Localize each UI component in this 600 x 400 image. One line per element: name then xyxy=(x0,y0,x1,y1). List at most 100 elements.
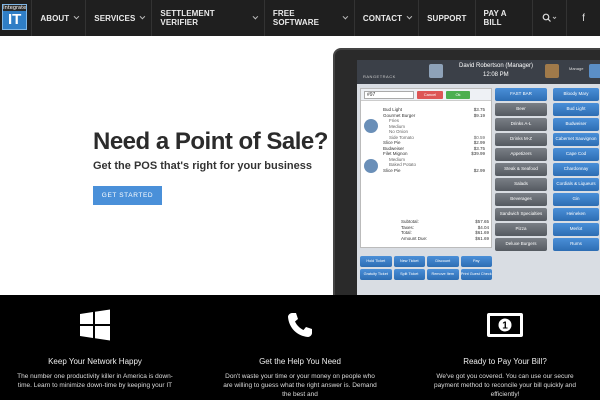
menu-item-settlement-verifier[interactable]: Settlement Verifier xyxy=(151,0,264,36)
feature-pay: 1 Ready to Pay Your Bill? We've got you … xyxy=(420,295,590,399)
pos-action-button: New Ticket xyxy=(393,256,425,267)
money-icon: 1 xyxy=(487,313,523,337)
feature-title: Ready to Pay Your Bill? xyxy=(463,357,547,366)
pos-item-button: Gin xyxy=(553,193,599,206)
pos-action-button: Gratuity Ticket xyxy=(360,269,392,280)
get-started-button[interactable]: GET STARTED xyxy=(93,186,162,205)
menu-item-free-software[interactable]: Free Software xyxy=(263,0,354,36)
menu-item-label: About xyxy=(40,13,70,23)
pos-item-button: Chardonnay xyxy=(553,163,599,176)
pos-action-button: Remove Item xyxy=(427,269,459,280)
pos-line-name: Slice Pie xyxy=(383,167,401,173)
nav-right-tools: f xyxy=(532,0,600,36)
pos-category-button: Steak & Seafood xyxy=(495,163,547,176)
pos-user: David Robertson (Manager) xyxy=(459,63,534,69)
pos-action-button: Discount xyxy=(427,256,459,267)
pos-screen-icon xyxy=(429,64,443,78)
pos-item-button: Rums xyxy=(553,238,599,251)
feature-title: Keep Your Network Happy xyxy=(48,357,142,366)
menu-item-label: Free Software xyxy=(272,9,320,27)
chevron-down-icon xyxy=(342,13,349,20)
pos-category-button: Beverages xyxy=(495,193,547,206)
chevron-down-icon xyxy=(406,13,413,20)
pos-category-button: Deluxe Burgers xyxy=(495,238,547,251)
pos-total-label: Amount Due: xyxy=(401,235,428,241)
hero-section: Need a Point of Sale? Get the POS that's… xyxy=(0,36,600,295)
pos-screen: RANGETRACK David Robertson (Manager) 12:… xyxy=(357,60,600,295)
pos-ticket-line: Slice Pie $2.99 xyxy=(361,168,491,174)
pos-item-button: Cape Cod xyxy=(553,148,599,161)
pos-brand: RANGETRACK xyxy=(363,74,396,79)
pos-action-button: Print Guest Check xyxy=(460,269,492,280)
pos-line-price: $2.99 xyxy=(473,167,485,173)
menu-item-contact[interactable]: Contact xyxy=(353,0,418,36)
pos-cancel-button: Cancel xyxy=(417,90,443,99)
pos-item-button: Budweiser xyxy=(553,118,599,131)
menu-item-label: Settlement Verifier xyxy=(160,9,215,27)
pos-item-button: Cordials & Liqueurs xyxy=(553,178,599,191)
pos-terminal-image: RANGETRACK David Robertson (Manager) 12:… xyxy=(333,48,600,295)
pos-keyboard-icon xyxy=(589,64,600,78)
logo-text: IT xyxy=(7,11,22,28)
feature-description: The number one productivity killer in Am… xyxy=(17,373,173,389)
pos-category-button: Drinks A-L xyxy=(495,118,547,131)
feature-description: We've got you covered. You can use our s… xyxy=(434,373,576,398)
feature-help: Get the Help You Need Don't waste your t… xyxy=(215,295,385,399)
pos-ticket: #97 Cancel Ok Bud Light $3.75 Gourmet Burg… xyxy=(360,88,492,248)
pos-item-button: Bud Light xyxy=(553,103,599,116)
site-logo[interactable]: Integrate IT xyxy=(2,4,28,30)
menu-item-about[interactable]: About xyxy=(31,0,85,36)
hero-subtitle: Get the POS that's right for your busine… xyxy=(93,160,312,172)
chevron-down-icon xyxy=(252,13,259,20)
pos-manage-icon xyxy=(545,64,559,78)
pos-category-button: Salads xyxy=(495,178,547,191)
pos-action-button: Hold Ticket xyxy=(360,256,392,267)
pos-category-button: Pizza xyxy=(495,223,547,236)
pos-action-button: Pay xyxy=(460,256,492,267)
pos-ticket-lines: Bud Light $3.75 Gourmet Burger $9.19 Fries Me… xyxy=(361,101,491,173)
pos-total-row: Amount Due: $61.69 xyxy=(401,236,489,242)
pos-time: 12:08 PM xyxy=(483,72,509,78)
pos-screen-header: RANGETRACK David Robertson (Manager) 12:… xyxy=(357,60,600,84)
chevron-down-icon xyxy=(73,13,80,20)
pos-item-button: Cabernet Sauvignon xyxy=(553,133,599,146)
windows-icon xyxy=(80,309,110,341)
pos-category-button: FAST BAR xyxy=(495,88,547,101)
pos-item-button: Bloody Mary xyxy=(553,88,599,101)
pos-ticket-number: #97 xyxy=(364,90,414,99)
feature-network: Keep Your Network Happy The number one p… xyxy=(10,295,180,390)
pos-category-button: Beer xyxy=(495,103,547,116)
search-toggle[interactable] xyxy=(532,0,566,36)
menu-item-pay-a-bill[interactable]: Pay a Bill xyxy=(474,0,533,36)
menu-item-support[interactable]: Support xyxy=(418,0,474,36)
search-icon xyxy=(542,13,556,22)
pos-line-name: Gourmet Burger xyxy=(383,112,416,118)
pos-category-button: Appetizers xyxy=(495,148,547,161)
menu-item-label: Contact xyxy=(362,13,403,23)
pos-manage-label: Manage xyxy=(569,66,584,71)
pos-category-button: Drinks M-Z xyxy=(495,133,547,146)
seat-icon xyxy=(364,119,378,133)
features-section: Keep Your Network Happy The number one p… xyxy=(0,295,600,400)
pos-ticket-header: #97 Cancel Ok xyxy=(361,89,491,101)
pos-item-button: Heineken xyxy=(553,208,599,221)
top-navbar: Integrate IT About Services Settlement V… xyxy=(0,0,600,36)
hero-title: Need a Point of Sale? xyxy=(93,128,328,155)
main-menu: About Services Settlement Verifier Free … xyxy=(31,0,532,36)
pos-line-price: $9.19 xyxy=(473,112,485,118)
menu-item-label: Services xyxy=(94,13,136,23)
pos-item-button: Merlot xyxy=(553,223,599,236)
menu-item-label: Support xyxy=(427,13,467,23)
menu-item-label: Pay a Bill xyxy=(483,9,507,27)
pos-action-grid: Hold Ticket New Ticket Discount Pay Gratuity… xyxy=(360,256,492,280)
chevron-down-icon xyxy=(139,13,146,20)
facebook-link[interactable]: f xyxy=(566,0,600,36)
pos-item-column: Bloody Mary Bud Light Budweiser Cabernet Sa… xyxy=(553,88,599,253)
phone-icon xyxy=(288,313,312,337)
pos-category-column: FAST BAR Beer Drinks A-L Drinks M-Z Appetize… xyxy=(495,88,547,253)
pos-ok-button: Ok xyxy=(446,90,470,99)
pos-line-price: $39.99 xyxy=(471,151,485,156)
menu-item-services[interactable]: Services xyxy=(85,0,151,36)
feature-title: Get the Help You Need xyxy=(259,357,341,366)
seat-icon xyxy=(364,159,378,173)
